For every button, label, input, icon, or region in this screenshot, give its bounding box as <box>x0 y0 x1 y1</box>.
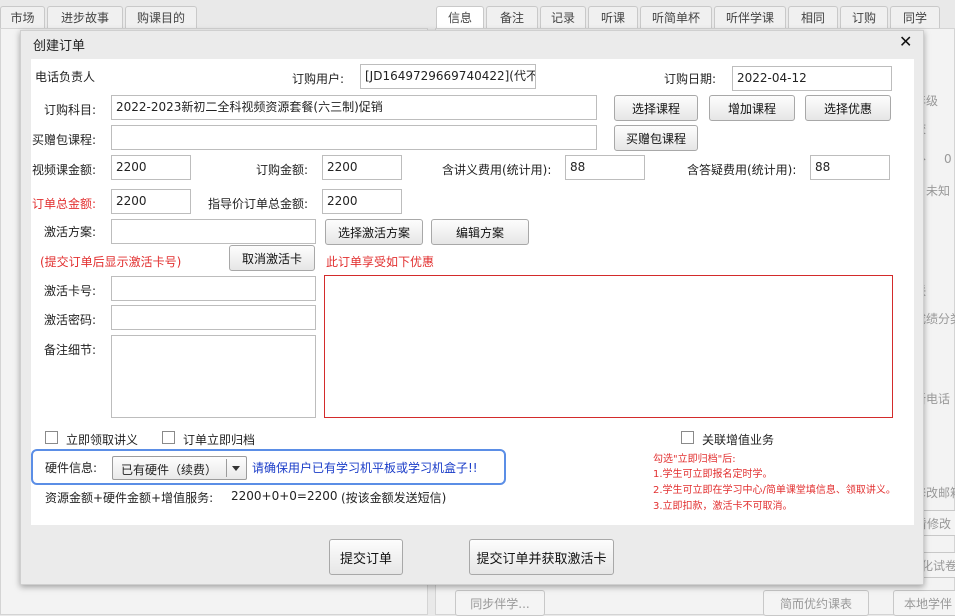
card-password-label: 激活密码: <box>44 313 97 327</box>
side-label-3: 0 <box>944 152 952 166</box>
handout-fee-field[interactable]: 88 <box>565 155 645 180</box>
dropdown-divider <box>226 459 227 477</box>
bg-button-buttons_row3-0[interactable]: 同步伴学... <box>455 590 545 616</box>
gift-course-label: 买赠包课程: <box>32 133 97 147</box>
left-tab-0[interactable]: 市场 <box>0 6 45 28</box>
right-tab-3[interactable]: 听课 <box>588 6 638 28</box>
activation-plan-label: 激活方案: <box>44 225 97 239</box>
right-tab-8[interactable]: 同学 <box>890 6 940 28</box>
submit-order-button[interactable]: 提交订单 <box>329 539 403 575</box>
order-user-label: 订购用户: <box>292 72 345 86</box>
value-added-label: 关联增值业务 <box>702 433 775 447</box>
right-tab-6[interactable]: 相同 <box>788 6 838 28</box>
activation-hint: (提交订单后显示激活卡号) <box>40 255 182 269</box>
qa-fee-label: 含答疑费用(统计用): <box>687 163 797 177</box>
subject-label: 订购科目: <box>44 103 97 117</box>
right-tab-7[interactable]: 订购 <box>840 6 888 28</box>
guide-total-label: 指导价订单总金额: <box>208 197 309 211</box>
summary-label: 资源金额+硬件金额+增值服务: <box>45 491 214 505</box>
archive-note-4: 3.立即扣款，激活卡不可取消。 <box>653 501 793 512</box>
checkbox-value-added[interactable] <box>681 431 694 444</box>
add-course-button[interactable]: 增加课程 <box>709 95 795 121</box>
archive-label: 订单立即归档 <box>183 433 256 447</box>
chevron-down-icon[interactable] <box>232 466 240 471</box>
subject-field[interactable]: 2022-2023新初二全科视频资源套餐(六三制)促销 <box>111 95 597 120</box>
checkbox-take-handout[interactable] <box>45 431 58 444</box>
right-tab-2[interactable]: 记录 <box>540 6 586 28</box>
order-total-label: 订单总金额: <box>32 197 97 211</box>
left-tab-1[interactable]: 进步故事 <box>47 6 123 28</box>
remark-textarea[interactable] <box>111 335 316 418</box>
archive-note-1: 勾选"立即归档"后: <box>653 454 736 465</box>
checkbox-archive[interactable] <box>162 431 175 444</box>
bg-button-buttons_row3-2[interactable]: 本地学伴 <box>893 590 955 616</box>
hardware-select[interactable]: 已有硬件（续费） <box>112 456 247 480</box>
discount-box <box>324 275 893 418</box>
side-label-4: 未知 <box>926 184 951 198</box>
order-amount-label: 订购金额: <box>256 163 309 177</box>
close-icon[interactable]: ✕ <box>899 32 912 51</box>
video-amount-field[interactable]: 2200 <box>111 155 191 180</box>
remark-label: 备注细节: <box>44 343 97 357</box>
hardware-hint: 请确保用户已有学习机平板或学习机盒子!! <box>252 461 478 475</box>
card-number-field[interactable] <box>111 276 316 301</box>
handout-fee-label: 含讲义费用(统计用): <box>442 163 552 177</box>
archive-note-2: 1.学生可立即报名定时学。 <box>653 469 773 480</box>
summary-note: (按该金额发送短信) <box>341 491 447 505</box>
discount-title: 此订单享受如下优惠 <box>326 255 435 269</box>
right-tab-4[interactable]: 听简单杯 <box>640 6 712 28</box>
card-password-field[interactable] <box>111 305 316 330</box>
activation-plan-field[interactable] <box>111 219 316 244</box>
dialog-title: 创建订单 <box>33 39 86 54</box>
order-date-field[interactable]: 2022-04-12 <box>732 66 892 91</box>
right-tab-5[interactable]: 听伴学课 <box>714 6 786 28</box>
order-total-field[interactable]: 2200 <box>111 189 191 214</box>
submit-get-card-button[interactable]: 提交订单并获取激活卡 <box>469 539 614 575</box>
order-date-label: 订购日期: <box>664 72 717 86</box>
phone-owner-label: 电话负责人 <box>35 70 96 84</box>
select-course-button[interactable]: 选择课程 <box>614 95 698 121</box>
summary-value: 2200+0+0=2200 <box>231 489 338 503</box>
edit-plan-button[interactable]: 编辑方案 <box>431 219 529 245</box>
video-amount-label: 视频课金额: <box>32 163 97 177</box>
order-amount-field[interactable]: 2200 <box>322 155 402 180</box>
archive-note-3: 2.学生可立即在学习中心/简单课堂填信息、领取讲义。 <box>653 485 896 496</box>
cancel-card-button[interactable]: 取消激活卡 <box>229 245 315 271</box>
select-plan-button[interactable]: 选择激活方案 <box>325 219 423 245</box>
order-user-field[interactable]: [JD1649729669740422](代不) <box>360 64 536 89</box>
hardware-selected-value: 已有硬件（续费） <box>121 463 218 477</box>
take-handout-label: 立即领取讲义 <box>66 433 139 447</box>
left-tab-2[interactable]: 购课目的 <box>125 6 197 28</box>
card-number-label: 激活卡号: <box>44 284 97 298</box>
guide-total-field[interactable]: 2200 <box>322 189 402 214</box>
right-tab-0[interactable]: 信息 <box>436 6 484 28</box>
right-tab-1[interactable]: 备注 <box>486 6 538 28</box>
qa-fee-field[interactable]: 88 <box>810 155 890 180</box>
gift-course-button[interactable]: 买赠包课程 <box>614 125 698 151</box>
bg-button-buttons_row3-1[interactable]: 简而优约课表 <box>763 590 869 616</box>
select-discount-button[interactable]: 选择优惠 <box>805 95 891 121</box>
hardware-label: 硬件信息: <box>45 461 98 475</box>
gift-course-field[interactable] <box>111 125 597 150</box>
